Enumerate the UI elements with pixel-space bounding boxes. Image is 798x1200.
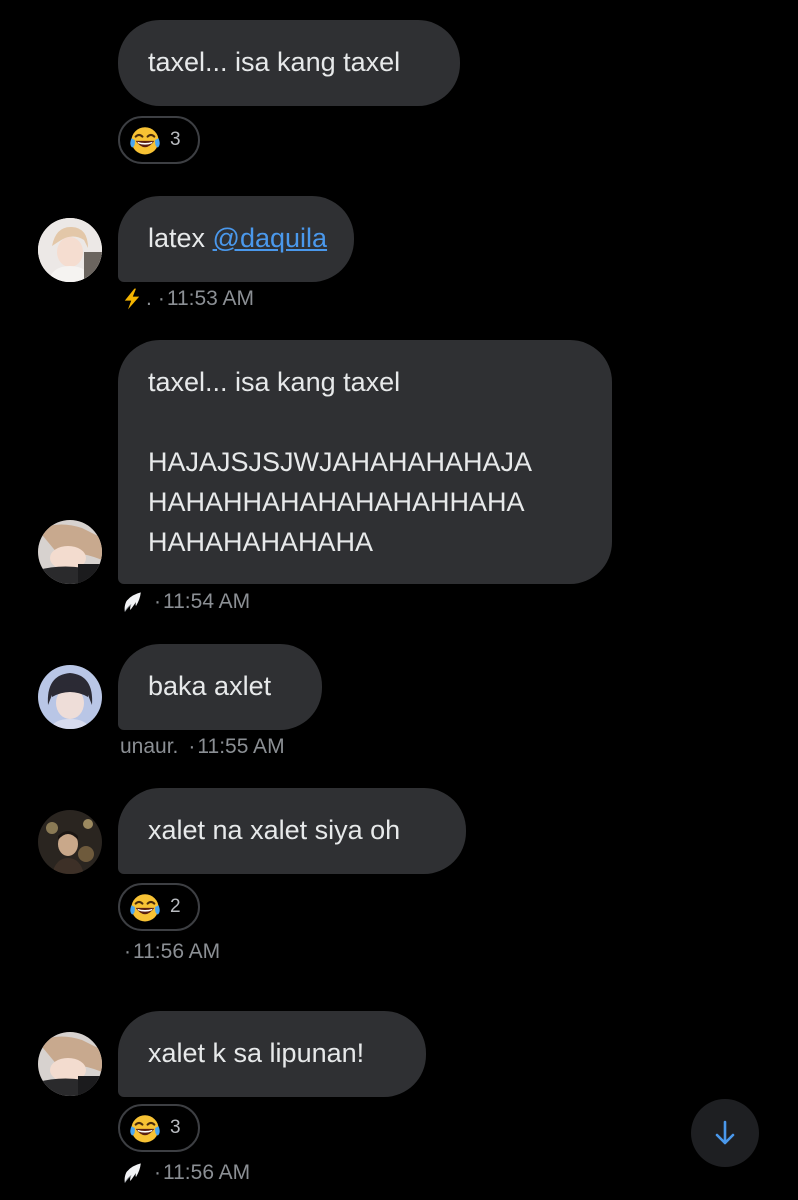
- message-bubble[interactable]: baka axlet: [118, 644, 322, 730]
- sender-name[interactable]: .: [146, 287, 152, 311]
- reaction-pill[interactable]: 3: [118, 116, 200, 164]
- message-meta: · 11:54 AM: [120, 590, 250, 614]
- message-bubble[interactable]: xalet k sa lipunan!: [118, 1011, 426, 1097]
- avatar[interactable]: [38, 520, 102, 584]
- laughing-emoji-icon: [128, 123, 162, 157]
- meta-separator: ·: [157, 287, 165, 310]
- message-time: 11:53 AM: [166, 287, 255, 310]
- meta-separator: ·: [188, 735, 196, 758]
- user-mention-link[interactable]: @daquila: [213, 223, 328, 253]
- reaction-count: 2: [170, 896, 181, 917]
- message-bubble[interactable]: taxel... isa kang taxel: [118, 20, 460, 106]
- message-text: baka axlet: [148, 671, 272, 701]
- avatar[interactable]: [38, 665, 102, 729]
- wing-icon: [120, 1161, 144, 1185]
- message-meta: · 11:56 AM: [120, 940, 220, 964]
- laughing-emoji-icon: [128, 1111, 162, 1145]
- message-bubble[interactable]: latex @daquila: [118, 196, 354, 282]
- reaction-pill[interactable]: 3: [118, 1104, 200, 1152]
- reaction-pill[interactable]: 2: [118, 883, 200, 931]
- avatar[interactable]: [38, 218, 102, 282]
- reaction-count: 3: [170, 129, 181, 150]
- message-bubble[interactable]: xalet na xalet siya oh: [118, 788, 466, 874]
- message-time: 11:54 AM: [163, 590, 251, 613]
- meta-separator: ·: [154, 590, 161, 613]
- message-text-line: HAHAHHAHAHAHAHAHHAHA: [148, 487, 525, 517]
- scroll-to-bottom-button[interactable]: [691, 1099, 759, 1167]
- message-text: latex: [148, 223, 213, 253]
- message-text: xalet k sa lipunan!: [148, 1038, 365, 1068]
- message-meta: unaur. · 11:55 AM: [120, 735, 285, 759]
- message-bubble[interactable]: taxel... isa kang taxel HAJAJSJSJWJAHAHA…: [118, 340, 612, 584]
- laughing-emoji-icon: [128, 890, 162, 924]
- reaction-count: 3: [170, 1117, 181, 1138]
- avatar[interactable]: [38, 810, 102, 874]
- message-meta: . · 11:53 AM: [120, 287, 254, 311]
- message-text: taxel... isa kang taxel: [148, 47, 401, 77]
- lightning-icon: [120, 287, 144, 311]
- message-text-line: HAHAHAHAHAHA: [148, 527, 374, 557]
- message-text-line: [148, 402, 582, 442]
- message-text-line: HAJAJSJSJWJAHAHAHAHAJA: [148, 447, 533, 477]
- arrow-down-icon: [715, 1120, 735, 1145]
- wing-icon: [120, 590, 144, 614]
- message-time: 11:56 AM: [133, 940, 221, 963]
- meta-separator: ·: [124, 940, 131, 963]
- meta-separator: ·: [154, 1161, 161, 1184]
- sender-name[interactable]: unaur.: [120, 735, 178, 759]
- message-text-line: taxel... isa kang taxel: [148, 367, 401, 397]
- message-text: xalet na xalet siya oh: [148, 815, 401, 845]
- message-time: 11:56 AM: [163, 1161, 251, 1184]
- avatar[interactable]: [38, 1032, 102, 1096]
- message-time: 11:55 AM: [197, 735, 285, 758]
- message-meta: · 11:56 AM: [120, 1161, 250, 1185]
